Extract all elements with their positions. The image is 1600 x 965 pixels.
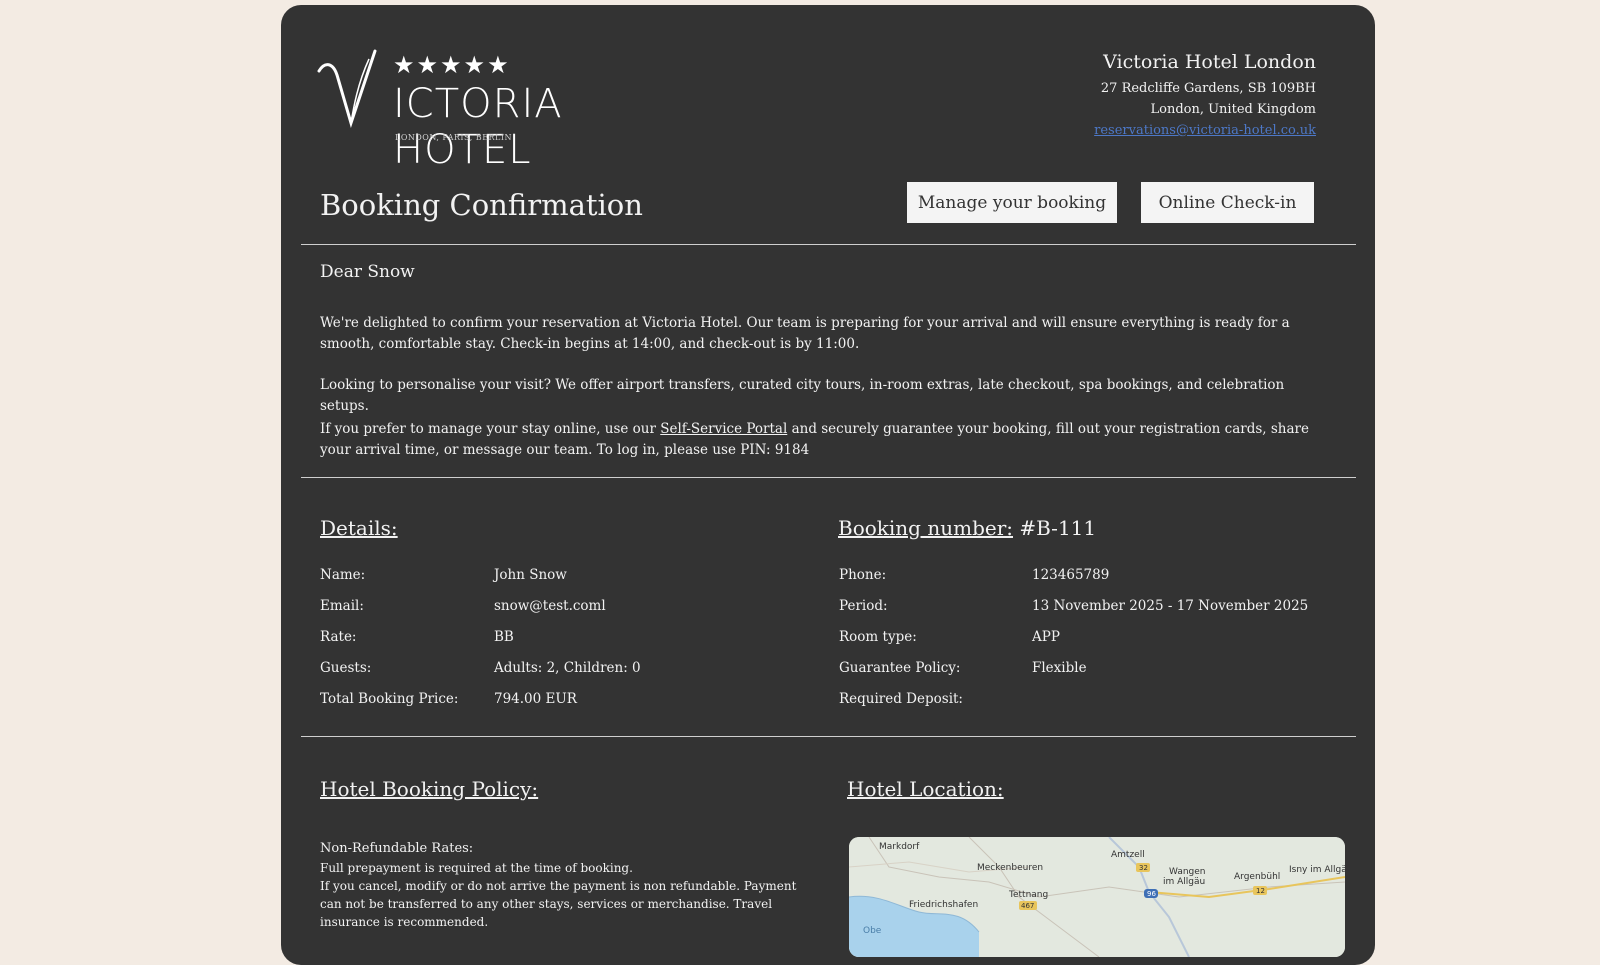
policy-line-2: If you cancel, modify or do not arrive t…: [320, 879, 797, 929]
rating-stars: ★★★★★: [393, 51, 511, 79]
road-badge: 96: [1147, 890, 1156, 898]
divider: [301, 244, 1356, 245]
detail-value: John Snow: [494, 567, 567, 583]
map-label: Meckenbeuren: [977, 863, 1043, 873]
map-graphic: Markdorf Meckenbeuren Amtzell Wangen im …: [849, 837, 1345, 957]
booking-row: Required Deposit:: [839, 691, 1308, 722]
intro-paragraph-1: We're delighted to confirm your reservat…: [320, 315, 1290, 352]
booking-row: Room type: APP: [839, 629, 1308, 660]
booking-value: Flexible: [1032, 660, 1087, 676]
page-title: Booking Confirmation: [320, 188, 643, 222]
hotel-location-heading: Hotel Location:: [847, 777, 1004, 801]
booking-label: Room type:: [839, 629, 917, 645]
portal-text-before: If you prefer to manage your stay online…: [320, 421, 661, 437]
detail-row: Guests: Adults: 2, Children: 0: [320, 660, 641, 691]
map-label: Obe: [863, 926, 882, 936]
booking-row: Phone: 123465789: [839, 567, 1308, 598]
map-label: Amtzell: [1111, 850, 1145, 860]
details-heading-label: Details:: [320, 516, 398, 540]
road-badge: 12: [1256, 887, 1265, 895]
booking-value: APP: [1032, 629, 1060, 645]
booking-row: Guarantee Policy: Flexible: [839, 660, 1308, 691]
detail-label: Email:: [320, 598, 364, 614]
location-map[interactable]: Markdorf Meckenbeuren Amtzell Wangen im …: [849, 837, 1345, 957]
map-label: Tettnang: [1008, 890, 1048, 900]
manage-booking-button[interactable]: Manage your booking: [907, 182, 1117, 223]
booking-number-heading: Booking number: #B-111: [838, 516, 1096, 540]
hotel-address-line1: 27 Redcliffe Gardens, SB 109BH: [1100, 81, 1316, 96]
detail-row: Name: John Snow: [320, 567, 641, 598]
booking-list: Phone: 123465789 Period: 13 November 2025 …: [839, 567, 1308, 722]
booking-number-value: #B-111: [1019, 516, 1097, 540]
booking-policy-text: Non-Refundable Rates: Full prepayment is…: [320, 840, 820, 931]
booking-row: Period: 13 November 2025 - 17 November 20…: [839, 598, 1308, 629]
online-checkin-button[interactable]: Online Check-in: [1141, 182, 1314, 223]
booking-label: Phone:: [839, 567, 887, 583]
booking-value: 13 November 2025 - 17 November 2025: [1032, 598, 1309, 614]
intro-paragraph-2: Looking to personalise your visit? We of…: [320, 377, 1285, 414]
map-label: Wangen: [1169, 867, 1206, 877]
detail-label: Guests:: [320, 660, 372, 676]
greeting: Dear Snow: [320, 262, 415, 282]
booking-label: Guarantee Policy:: [839, 660, 961, 676]
map-label: im Allgäu: [1163, 877, 1205, 887]
hotel-address-line2: London, United Kingdom: [1150, 102, 1316, 117]
booking-policy-heading: Hotel Booking Policy:: [320, 777, 539, 801]
detail-row: Total Booking Price: 794.00 EUR: [320, 691, 641, 722]
divider: [301, 736, 1356, 737]
confirmation-card: ★★★★★ ICTORIA HOTEL LONDON, PARIS, BERLI…: [281, 5, 1375, 965]
map-label: Argenbühl: [1234, 872, 1280, 882]
detail-label: Rate:: [320, 629, 357, 645]
hotel-name: Victoria Hotel London: [1103, 51, 1316, 73]
details-heading: Details:: [320, 516, 398, 540]
booking-number-label: Booking number:: [838, 516, 1013, 540]
road-badge: 32: [1139, 864, 1148, 872]
booking-label: Required Deposit:: [839, 691, 963, 707]
hotel-logo: ★★★★★ ICTORIA HOTEL LONDON, PARIS, BERLI…: [317, 45, 697, 173]
booking-value: 123465789: [1032, 567, 1110, 583]
self-service-portal-link[interactable]: Self-Service Portal: [660, 421, 787, 437]
detail-value: BB: [494, 629, 514, 645]
policy-line-1: Full prepayment is required at the time …: [320, 861, 633, 875]
details-list: Name: John Snow Email: snow@test.coml Rate…: [320, 567, 641, 722]
detail-label: Total Booking Price:: [320, 691, 459, 707]
map-label: Markdorf: [879, 842, 920, 852]
intro-paragraph-3: If you prefer to manage your stay online…: [320, 419, 1330, 461]
hotel-email-link[interactable]: reservations@victoria-hotel.co.uk: [1094, 123, 1316, 138]
road-badge: 467: [1021, 902, 1034, 910]
detail-value: snow@test.coml: [494, 598, 606, 614]
logo-v-mark: [317, 49, 377, 129]
detail-label: Name:: [320, 567, 366, 583]
map-label: Isny im Allgä: [1289, 865, 1345, 875]
detail-row: Email: snow@test.coml: [320, 598, 641, 629]
detail-row: Rate: BB: [320, 629, 641, 660]
divider: [301, 477, 1356, 478]
logo-tagline: LONDON, PARIS, BERLIN: [395, 133, 513, 142]
booking-label: Period:: [839, 598, 888, 614]
hotel-contact: Victoria Hotel London 27 Redcliffe Garde…: [1094, 51, 1316, 141]
logo-wordmark: ICTORIA HOTEL: [393, 81, 563, 173]
detail-value: 794.00 EUR: [494, 691, 577, 707]
policy-title: Non-Refundable Rates:: [320, 841, 474, 856]
detail-value: Adults: 2, Children: 0: [494, 660, 641, 676]
map-label: Friedrichshafen: [909, 900, 978, 910]
